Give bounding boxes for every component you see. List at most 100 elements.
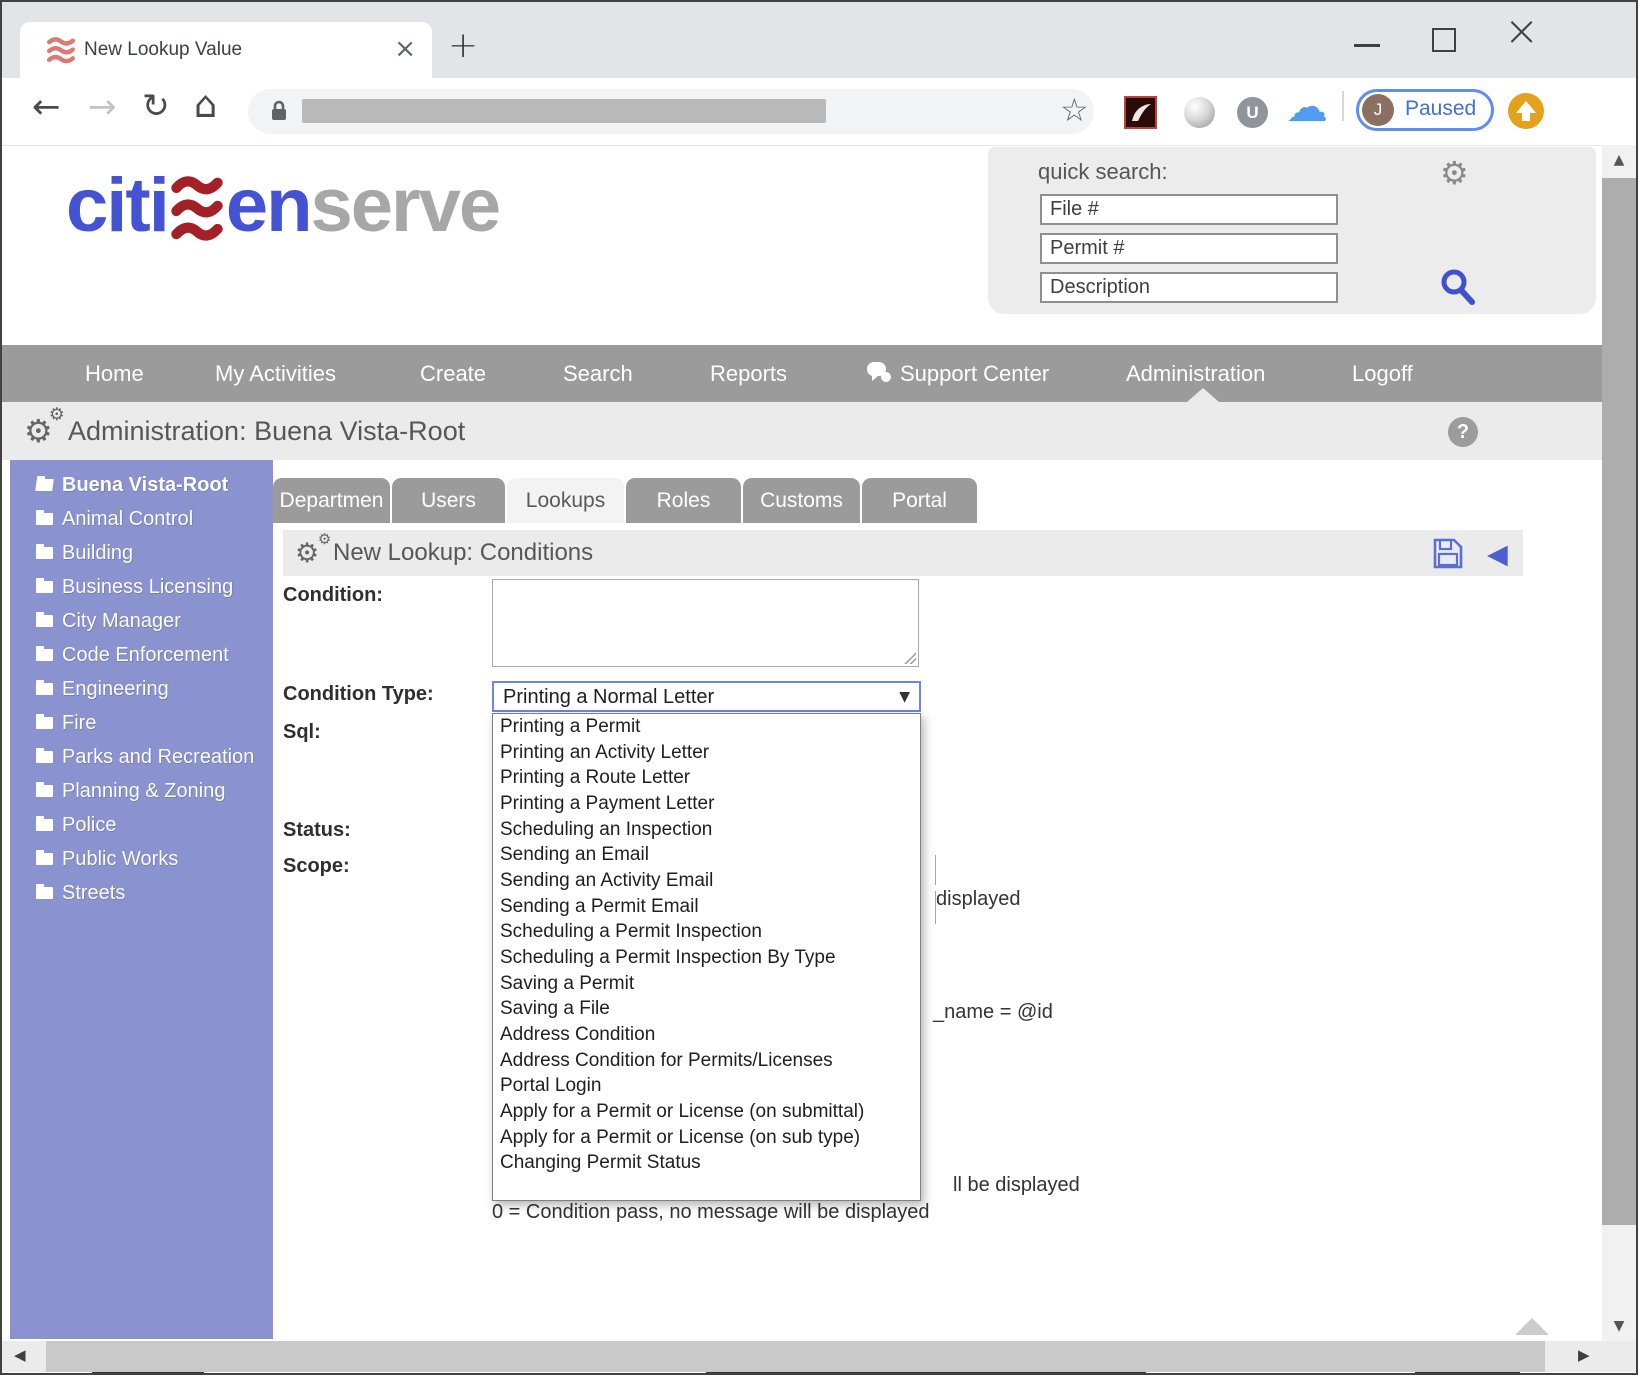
dropdown-option[interactable]: Printing a Permit xyxy=(493,714,920,740)
dropdown-option[interactable]: Sending an Activity Email xyxy=(493,868,920,894)
folder-icon xyxy=(36,782,53,797)
dropdown-option[interactable]: Printing an Activity Letter xyxy=(493,740,920,766)
back-to-top-icon[interactable] xyxy=(1515,1318,1549,1335)
cloud-extension-icon[interactable]: ☁ xyxy=(1286,86,1328,128)
page-title: Administration: Buena Vista-Root xyxy=(68,416,466,446)
maximize-button[interactable] xyxy=(1432,28,1456,52)
scrollbar-corner xyxy=(1602,1341,1636,1372)
resize-grip-icon[interactable] xyxy=(903,651,916,664)
u-extension-icon[interactable]: U xyxy=(1237,97,1268,128)
sidebar-item-code-enforcement[interactable]: Code Enforcement xyxy=(10,638,273,672)
dropdown-option[interactable]: Portal Login xyxy=(493,1073,920,1099)
new-tab-button[interactable]: + xyxy=(448,28,478,64)
search-icon[interactable] xyxy=(1438,267,1478,307)
sidebar-item-streets[interactable]: Streets xyxy=(10,876,273,910)
sidebar-item-police[interactable]: Police xyxy=(10,808,273,842)
minimize-button[interactable] xyxy=(1354,44,1380,47)
sync-paused-label: Paused xyxy=(1405,97,1477,120)
browser-tab[interactable]: New Lookup Value × xyxy=(20,22,432,78)
dropdown-option[interactable]: Address Condition for Permits/Licenses xyxy=(493,1048,920,1074)
update-arrow-icon[interactable] xyxy=(1508,93,1544,129)
dropdown-option[interactable]: Scheduling a Permit Inspection By Type xyxy=(493,945,920,971)
condition-type-value: Printing a Normal Letter xyxy=(503,686,715,708)
nav-support-center[interactable]: Support Center xyxy=(864,345,1049,402)
settings-gear-icon[interactable]: ⚙ xyxy=(1440,157,1469,189)
sidebar-item-parks-and-recreation[interactable]: Parks and Recreation xyxy=(10,740,273,774)
vertical-scrollbar-thumb[interactable] xyxy=(1602,178,1636,1225)
sidebar-item-engineering[interactable]: Engineering xyxy=(10,672,273,706)
sidebar-item-planning-zoning[interactable]: Planning & Zoning xyxy=(10,774,273,808)
address-bar[interactable] xyxy=(248,89,1094,134)
folder-icon xyxy=(36,510,53,525)
hint-fragment: _name = @id xyxy=(933,1001,1053,1023)
condition-label: Condition: xyxy=(283,584,383,606)
dropdown-option[interactable]: Scheduling a Permit Inspection xyxy=(493,919,920,945)
favicon-wave-icon xyxy=(47,37,75,64)
reload-icon[interactable]: ↻ xyxy=(142,89,170,122)
scroll-down-icon[interactable]: ▼ xyxy=(1602,1319,1636,1333)
scope-label: Scope: xyxy=(283,855,350,877)
description-input[interactable] xyxy=(1040,272,1338,303)
nav-reports[interactable]: Reports xyxy=(710,345,787,402)
scroll-left-icon[interactable]: ◀ xyxy=(14,1348,26,1363)
dropdown-option[interactable]: Saving a Permit xyxy=(493,971,920,997)
lock-icon xyxy=(272,100,286,120)
file-number-input[interactable] xyxy=(1040,194,1338,225)
horizontal-scrollbar-thumb[interactable] xyxy=(46,1341,1545,1372)
folder-icon xyxy=(36,884,53,899)
status-label: Status: xyxy=(283,819,351,841)
open-folder-icon xyxy=(35,479,54,491)
sidebar-item-building[interactable]: Building xyxy=(10,536,273,570)
dropdown-option[interactable]: Saving a File xyxy=(493,996,920,1022)
sidebar-item-city-manager[interactable]: City Manager xyxy=(10,604,273,638)
bookmark-star-icon[interactable]: ☆ xyxy=(1060,94,1089,126)
section-header: ⚙ ⚙ New Lookup: Conditions xyxy=(283,530,1523,576)
forward-icon[interactable]: → xyxy=(88,90,117,124)
adobe-extension-icon[interactable] xyxy=(1124,96,1157,129)
collapse-arrow-icon[interactable]: ◀ xyxy=(1487,541,1508,568)
home-icon[interactable]: ⌂ xyxy=(194,86,218,123)
condition-type-select[interactable]: Printing a Normal Letter ▼ xyxy=(492,681,921,712)
tab-users[interactable]: Users xyxy=(392,478,505,523)
browser-tab-strip: New Lookup Value × + × xyxy=(2,2,1636,78)
dropdown-option[interactable]: Apply for a Permit or License (on sub ty… xyxy=(493,1125,920,1151)
tab-customs[interactable]: Customs xyxy=(743,478,860,523)
sidebar-item-public-works[interactable]: Public Works xyxy=(10,842,273,876)
dropdown-option[interactable]: Sending an Email xyxy=(493,842,920,868)
scroll-right-icon[interactable]: ▶ xyxy=(1578,1348,1590,1363)
dropdown-option[interactable]: Printing a Route Letter xyxy=(493,765,920,791)
sidebar-item-buena-vista-root[interactable]: Buena Vista-Root xyxy=(10,468,273,502)
dropdown-option[interactable]: Changing Permit Status xyxy=(493,1150,920,1176)
help-icon[interactable]: ? xyxy=(1448,417,1478,447)
tab-lookups[interactable]: Lookups xyxy=(507,478,624,523)
nav-search[interactable]: Search xyxy=(563,345,633,402)
tab-close-icon[interactable]: × xyxy=(394,36,416,62)
dropdown-option[interactable]: Sending a Permit Email xyxy=(493,894,920,920)
condition-textarea[interactable] xyxy=(492,579,919,667)
dropdown-option[interactable]: Apply for a Permit or License (on submit… xyxy=(493,1099,920,1125)
sphere-extension-icon[interactable] xyxy=(1184,97,1215,128)
nav-my-activities[interactable]: My Activities xyxy=(215,345,336,402)
dropdown-option[interactable]: Printing a Payment Letter xyxy=(493,791,920,817)
folder-icon xyxy=(36,612,53,627)
back-icon[interactable]: ← xyxy=(32,90,61,124)
horizontal-scrollbar[interactable]: ◀ ▶ xyxy=(2,1341,1602,1372)
sidebar-item-business-licensing[interactable]: Business Licensing xyxy=(10,570,273,604)
folder-icon xyxy=(36,680,53,695)
profile-button[interactable]: J Paused xyxy=(1356,89,1494,131)
nav-logoff[interactable]: Logoff xyxy=(1352,345,1413,402)
scroll-up-icon[interactable]: ▲ xyxy=(1602,153,1636,167)
save-icon[interactable] xyxy=(1432,537,1464,570)
nav-home[interactable]: Home xyxy=(85,345,144,402)
dropdown-option[interactable]: Address Condition xyxy=(493,1022,920,1048)
permit-number-input[interactable] xyxy=(1040,233,1338,264)
sidebar-item-fire[interactable]: Fire xyxy=(10,706,273,740)
tab-roles[interactable]: Roles xyxy=(626,478,741,523)
vertical-scrollbar[interactable]: ▲ ▼ xyxy=(1602,145,1636,1341)
nav-create[interactable]: Create xyxy=(420,345,486,402)
tab-portal[interactable]: Portal xyxy=(862,478,977,523)
sidebar-item-animal-control[interactable]: Animal Control xyxy=(10,502,273,536)
close-button[interactable]: × xyxy=(1504,10,1539,52)
tab-departments[interactable]: Departmen xyxy=(273,478,390,523)
dropdown-option[interactable]: Scheduling an Inspection xyxy=(493,817,920,843)
